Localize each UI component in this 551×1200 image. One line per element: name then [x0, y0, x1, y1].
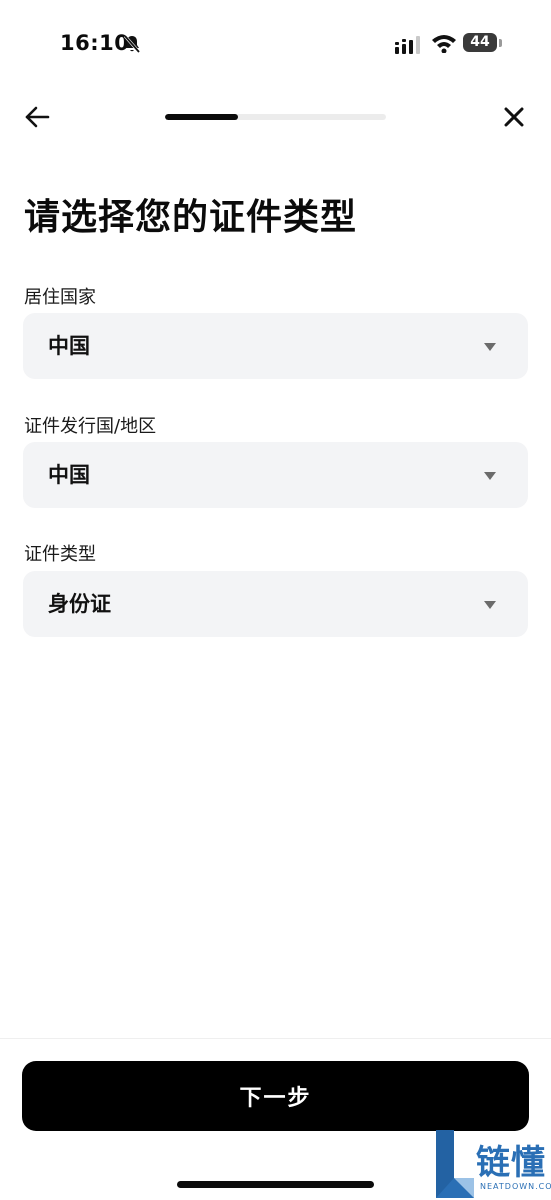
issuing-country-label: 证件发行国/地区	[24, 416, 157, 437]
document-type-select[interactable]: 身份证	[23, 571, 528, 637]
residence-country-value: 中国	[48, 334, 90, 358]
signal-icon	[395, 36, 423, 58]
battery-nub	[499, 39, 502, 47]
close-icon	[504, 107, 524, 127]
issuing-country-select[interactable]: 中国	[23, 442, 528, 508]
status-bar: 16:10 44	[0, 0, 551, 90]
residence-country-label: 居住国家	[24, 287, 96, 308]
progress-fill	[165, 114, 238, 120]
watermark-subtext: NEATDOWN.COM	[480, 1182, 551, 1191]
close-button[interactable]	[497, 101, 531, 133]
watermark-logo	[436, 1130, 474, 1198]
caret-down-icon	[484, 343, 496, 351]
nav-bar	[0, 95, 551, 139]
residence-country-select[interactable]: 中国	[23, 313, 528, 379]
document-type-value: 身份证	[48, 592, 111, 616]
watermark: 链懂 NEATDOWN.COM	[432, 1128, 551, 1200]
next-button[interactable]: 下一步	[22, 1061, 529, 1131]
issuing-country-value: 中国	[48, 463, 90, 487]
progress-bar	[165, 114, 386, 120]
status-time: 16:10	[60, 31, 130, 55]
caret-down-icon	[484, 601, 496, 609]
bottom-divider	[0, 1038, 551, 1039]
bell-slash-icon	[122, 34, 142, 58]
watermark-text: 链懂	[476, 1143, 546, 1183]
home-indicator	[177, 1181, 374, 1188]
document-type-label: 证件类型	[24, 544, 96, 565]
back-button[interactable]	[20, 101, 54, 133]
arrow-left-icon	[25, 106, 50, 128]
wifi-icon	[431, 33, 457, 57]
caret-down-icon	[484, 472, 496, 480]
battery-icon: 44	[463, 33, 497, 52]
page-title: 请选择您的证件类型	[24, 197, 358, 238]
